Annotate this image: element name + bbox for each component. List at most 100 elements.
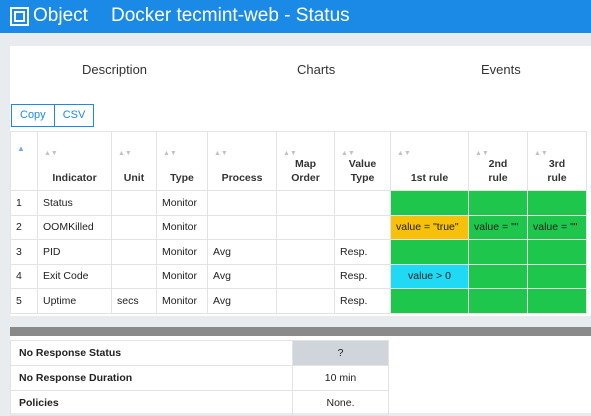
section-divider <box>10 327 591 336</box>
properties-table: No Response Status ? No Response Duratio… <box>10 340 389 416</box>
property-label: Policies <box>10 390 293 416</box>
rule-3-cell <box>527 190 587 216</box>
sort-icon: ▲▼ <box>341 150 355 157</box>
table-row[interactable]: 2 OOMKilled Monitor value = "true" value… <box>10 214 587 240</box>
unit-cell <box>111 214 157 240</box>
value-type-cell: Resp. <box>334 288 391 314</box>
row-number: 5 <box>10 288 38 314</box>
sort-icon: ▲▼ <box>475 150 489 157</box>
type-cell: Monitor <box>156 263 208 289</box>
column-header-type[interactable]: ▲▼ Type <box>156 131 208 191</box>
sort-icon: ▲▼ <box>283 150 297 157</box>
rule-2-cell: value = "" <box>468 214 528 240</box>
row-number: 3 <box>10 239 38 265</box>
indicator-name: OOMKilled <box>37 214 112 240</box>
property-row: Policies None. <box>10 390 389 416</box>
column-header-2nd-rule[interactable]: ▲▼ 2nd rule <box>468 131 528 191</box>
column-header-number[interactable]: ▲ <box>10 131 38 191</box>
indicator-table: ▲ ▲▼ Indicator ▲▼ Unit ▲▼ Type ▲▼ Proces… <box>10 131 587 314</box>
tab-description[interactable]: Description <box>82 62 147 77</box>
rule-1-cell <box>390 288 469 314</box>
indicator-name: Exit Code <box>37 263 112 289</box>
tab-events[interactable]: Events <box>481 62 521 77</box>
row-number: 2 <box>10 214 38 240</box>
map-order-cell <box>276 190 335 216</box>
property-row: No Response Duration 10 min <box>10 365 389 391</box>
export-buttons: Copy CSV <box>11 104 95 127</box>
column-header-process[interactable]: ▲▼ Process <box>207 131 277 191</box>
map-order-cell <box>276 263 335 289</box>
rule-1-cell <box>390 239 469 265</box>
sort-icon: ▲▼ <box>397 150 411 157</box>
value-type-cell: Resp. <box>334 263 391 289</box>
rule-3-cell <box>527 263 587 289</box>
process-cell <box>207 190 277 216</box>
map-order-cell <box>276 288 335 314</box>
rule-3-cell <box>527 288 587 314</box>
property-label: No Response Duration <box>10 365 293 391</box>
properties-panel: No Response Status ? No Response Duratio… <box>10 327 591 416</box>
value-type-cell <box>334 190 391 216</box>
type-cell: Monitor <box>156 190 208 216</box>
rule-3-cell: value = "" <box>527 214 587 240</box>
map-order-cell <box>276 239 335 265</box>
tab-charts[interactable]: Charts <box>297 62 335 77</box>
indicator-name: Status <box>37 190 112 216</box>
property-label: No Response Status <box>10 340 293 366</box>
process-cell: Avg <box>207 288 277 314</box>
column-header-3rd-rule[interactable]: ▲▼ 3rd rule <box>527 131 587 191</box>
sort-icon: ▲▼ <box>44 150 58 157</box>
rule-1-cell: value > 0 <box>390 263 469 289</box>
type-cell: Monitor <box>156 214 208 240</box>
sort-icon: ▲▼ <box>214 150 228 157</box>
object-label: Object <box>33 5 88 26</box>
property-value: ? <box>292 340 389 366</box>
value-type-cell: Resp. <box>334 239 391 265</box>
table-row[interactable]: 3 PID Monitor Avg Resp. <box>10 239 587 265</box>
rule-2-cell <box>468 239 528 265</box>
copy-button[interactable]: Copy <box>11 104 55 127</box>
rule-1-cell: value = "true" <box>390 214 469 240</box>
rule-3-cell <box>527 239 587 265</box>
sort-asc-icon: ▲ <box>17 144 25 153</box>
column-header-map-order[interactable]: ▲▼ Map Order <box>276 131 335 191</box>
row-number: 1 <box>10 190 38 216</box>
process-cell <box>207 214 277 240</box>
column-header-indicator[interactable]: ▲▼ Indicator <box>37 131 112 191</box>
table-row[interactable]: 4 Exit Code Monitor Avg Resp. value > 0 <box>10 263 587 289</box>
unit-cell <box>111 239 157 265</box>
type-cell: Monitor <box>156 239 208 265</box>
main-panel: Description Charts Events Copy CSV ▲ ▲▼ … <box>10 46 591 316</box>
property-value: None. <box>292 390 389 416</box>
row-number: 4 <box>10 263 38 289</box>
table-row[interactable]: 1 Status Monitor <box>10 190 587 216</box>
column-header-1st-rule[interactable]: ▲▼ 1st rule <box>390 131 469 191</box>
map-order-cell <box>276 214 335 240</box>
column-header-value-type[interactable]: ▲▼ Value Type <box>334 131 391 191</box>
table-header-row: ▲ ▲▼ Indicator ▲▼ Unit ▲▼ Type ▲▼ Proces… <box>10 131 587 191</box>
rule-2-cell <box>468 288 528 314</box>
process-cell: Avg <box>207 263 277 289</box>
sort-icon: ▲▼ <box>534 150 548 157</box>
unit-cell <box>111 263 157 289</box>
page-title: Docker tecmint-web - Status <box>111 5 350 26</box>
property-row: No Response Status ? <box>10 340 389 366</box>
sort-icon: ▲▼ <box>118 150 132 157</box>
unit-cell: secs <box>111 288 157 314</box>
property-value: 10 min <box>292 365 389 391</box>
process-cell: Avg <box>207 239 277 265</box>
table-row[interactable]: 5 Uptime secs Monitor Avg Resp. <box>10 288 587 314</box>
indicator-name: PID <box>37 239 112 265</box>
sort-icon: ▲▼ <box>163 150 177 157</box>
object-icon <box>10 7 29 26</box>
value-type-cell <box>334 214 391 240</box>
tab-bar: Description Charts Events <box>10 46 591 96</box>
type-cell: Monitor <box>156 288 208 314</box>
rule-2-cell <box>468 190 528 216</box>
unit-cell <box>111 190 157 216</box>
column-header-unit[interactable]: ▲▼ Unit <box>111 131 157 191</box>
csv-button[interactable]: CSV <box>54 104 95 127</box>
rule-1-cell <box>390 190 469 216</box>
title-bar: Object Docker tecmint-web - Status <box>0 0 591 33</box>
indicator-name: Uptime <box>37 288 112 314</box>
